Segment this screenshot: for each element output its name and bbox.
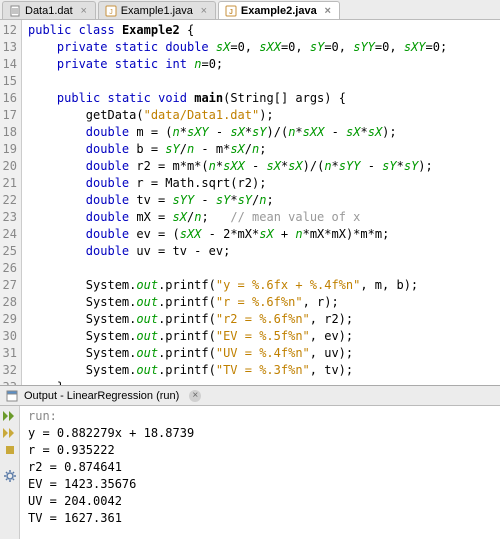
close-tab-icon[interactable]: × bbox=[323, 6, 333, 16]
svg-text:J: J bbox=[109, 9, 113, 16]
code-line: System.out.printf("TV = %.3f%n", tv); bbox=[28, 362, 494, 379]
line-number: 29 bbox=[2, 311, 17, 328]
code-line: System.out.printf("y = %.6fx + %.4f%n", … bbox=[28, 277, 494, 294]
output-line: r2 = 0.874641 bbox=[28, 459, 492, 476]
code-line: double ev = (sXX - 2*mX*sX + n*mX*mX)*m*… bbox=[28, 226, 494, 243]
tab-example1-java[interactable]: J Example1.java × bbox=[98, 1, 216, 19]
tab-label: Data1.dat bbox=[25, 5, 73, 17]
close-output-icon[interactable]: × bbox=[189, 390, 201, 402]
output-line: UV = 204.0042 bbox=[28, 493, 492, 510]
code-line: System.out.printf("r2 = %.6f%n", r2); bbox=[28, 311, 494, 328]
code-line: double b = sY/n - m*sX/n; bbox=[28, 141, 494, 158]
code-line: private static int n=0; bbox=[28, 56, 494, 73]
line-number: 19 bbox=[2, 141, 17, 158]
line-number: 12 bbox=[2, 22, 17, 39]
code-line: public class Example2 { bbox=[28, 22, 494, 39]
tab-data1-dat[interactable]: Data1.dat × bbox=[2, 1, 96, 19]
settings-icon[interactable] bbox=[2, 469, 18, 483]
java-file-icon: J bbox=[225, 5, 237, 17]
code-area[interactable]: public class Example2 { private static d… bbox=[22, 20, 500, 385]
rerun-alt-button[interactable] bbox=[2, 426, 18, 440]
line-number: 26 bbox=[2, 260, 17, 277]
line-number: 15 bbox=[2, 73, 17, 90]
line-number: 20 bbox=[2, 158, 17, 175]
output-panel-header: Output - LinearRegression (run) × bbox=[0, 386, 500, 406]
output-line: r = 0.935222 bbox=[28, 442, 492, 459]
line-number: 16 bbox=[2, 90, 17, 107]
output-text[interactable]: run:y = 0.882279x + 18.8739r = 0.935222r… bbox=[20, 406, 500, 539]
output-panel: run:y = 0.882279x + 18.8739r = 0.935222r… bbox=[0, 406, 500, 539]
line-number: 28 bbox=[2, 294, 17, 311]
code-line: System.out.printf("r = %.6f%n", r); bbox=[28, 294, 494, 311]
line-number: 32 bbox=[2, 362, 17, 379]
code-line: double r2 = m*m*(n*sXX - sX*sX)/(n*sYY -… bbox=[28, 158, 494, 175]
code-line: } bbox=[28, 379, 494, 385]
java-file-icon: J bbox=[105, 5, 117, 17]
tab-label: Example2.java bbox=[241, 5, 317, 17]
line-number: 27 bbox=[2, 277, 17, 294]
line-number: 21 bbox=[2, 175, 17, 192]
output-line: y = 0.882279x + 18.8739 bbox=[28, 425, 492, 442]
line-gutter: 1213141516171819202122232425262728293031… bbox=[0, 20, 22, 385]
line-number: 25 bbox=[2, 243, 17, 260]
code-line: double uv = tv - ev; bbox=[28, 243, 494, 260]
tab-label: Example1.java bbox=[121, 5, 193, 17]
code-line bbox=[28, 73, 494, 90]
code-line: private static double sX=0, sXX=0, sY=0,… bbox=[28, 39, 494, 56]
line-number: 18 bbox=[2, 124, 17, 141]
output-window-icon bbox=[6, 390, 18, 402]
code-line: double tv = sYY - sY*sY/n; bbox=[28, 192, 494, 209]
rerun-button[interactable] bbox=[2, 409, 18, 423]
code-line: getData("data/Data1.dat"); bbox=[28, 107, 494, 124]
svg-text:J: J bbox=[229, 9, 233, 16]
code-line: double m = (n*sXY - sX*sY)/(n*sXX - sX*s… bbox=[28, 124, 494, 141]
code-line: public static void main(String[] args) { bbox=[28, 90, 494, 107]
code-line: double r = Math.sqrt(r2); bbox=[28, 175, 494, 192]
output-toolbar bbox=[0, 406, 20, 539]
code-line bbox=[28, 260, 494, 277]
tab-example2-java[interactable]: J Example2.java × bbox=[218, 1, 340, 19]
line-number: 33 bbox=[2, 379, 17, 386]
code-line: System.out.printf("UV = %.4f%n", uv); bbox=[28, 345, 494, 362]
output-line: EV = 1423.35676 bbox=[28, 476, 492, 493]
line-number: 30 bbox=[2, 328, 17, 345]
line-number: 13 bbox=[2, 39, 17, 56]
close-tab-icon[interactable]: × bbox=[79, 6, 89, 16]
output-run-label: run: bbox=[28, 408, 492, 425]
code-line: double mX = sX/n; // mean value of x bbox=[28, 209, 494, 226]
editor-tabs: Data1.dat × J Example1.java × J Example2.java × bbox=[0, 0, 500, 20]
line-number: 23 bbox=[2, 209, 17, 226]
code-editor: 1213141516171819202122232425262728293031… bbox=[0, 20, 500, 386]
line-number: 22 bbox=[2, 192, 17, 209]
stop-button[interactable] bbox=[2, 443, 18, 457]
line-number: 24 bbox=[2, 226, 17, 243]
output-title-text: Output - LinearRegression (run) bbox=[24, 390, 179, 402]
code-line: System.out.printf("EV = %.5f%n", ev); bbox=[28, 328, 494, 345]
close-tab-icon[interactable]: × bbox=[199, 6, 209, 16]
line-number: 31 bbox=[2, 345, 17, 362]
line-number: 14 bbox=[2, 56, 17, 73]
data-file-icon bbox=[9, 5, 21, 17]
output-line: TV = 1627.361 bbox=[28, 510, 492, 527]
line-number: 17 bbox=[2, 107, 17, 124]
